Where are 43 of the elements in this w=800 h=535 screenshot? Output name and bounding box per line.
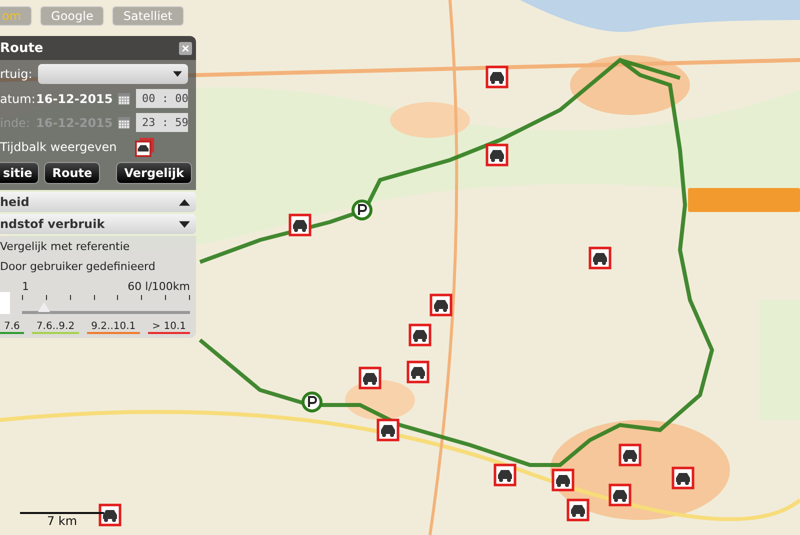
- panel-button[interactable]: sitie: [0, 162, 40, 184]
- parking-marker-icon[interactable]: [352, 200, 372, 220]
- slider-min: 1: [22, 280, 29, 293]
- car-marker-icon[interactable]: [618, 444, 642, 466]
- parking-marker-icon[interactable]: [302, 392, 322, 412]
- panel-button[interactable]: Route: [44, 162, 100, 184]
- car-stack-icon: [134, 137, 155, 157]
- car-marker-icon[interactable]: [376, 418, 400, 442]
- car-marker-icon[interactable]: [408, 324, 432, 346]
- car-marker-icon[interactable]: [430, 294, 452, 316]
- legend-item: 7.6: [0, 321, 24, 334]
- section-header[interactable]: heid: [0, 192, 196, 212]
- option-label[interactable]: Door gebruiker gedefinieerd: [0, 260, 190, 273]
- caret-icon: [173, 71, 182, 77]
- car-marker-icon[interactable]: [672, 466, 694, 490]
- vehicle-label: rtuig:: [0, 67, 32, 81]
- car-marker-icon[interactable]: [494, 464, 516, 486]
- car-marker-icon[interactable]: [358, 366, 382, 390]
- legend-item: 7.6..9.2: [32, 321, 79, 334]
- panel-title: Route: [0, 40, 44, 56]
- legend-item: 9.2..10.1: [87, 321, 140, 334]
- calendar-icon[interactable]: [118, 92, 130, 104]
- car-marker-icon[interactable]: [406, 360, 430, 384]
- scale-label: 7 km: [46, 514, 78, 528]
- option-label[interactable]: Vergelijk met referentie: [0, 240, 190, 253]
- car-marker-icon[interactable]: [288, 214, 312, 236]
- car-marker-icon[interactable]: [608, 484, 632, 506]
- car-marker-icon[interactable]: [566, 498, 590, 522]
- car-marker-icon[interactable]: [552, 468, 574, 492]
- color-swatch[interactable]: [0, 292, 10, 314]
- car-marker-icon[interactable]: [486, 66, 508, 88]
- close-icon[interactable]: [179, 42, 192, 54]
- car-marker-icon[interactable]: [486, 144, 508, 166]
- timebar-label[interactable]: Tijdbalk weergeven: [0, 140, 117, 154]
- section-header[interactable]: ndstof verbruik: [0, 214, 196, 234]
- car-marker-icon[interactable]: [588, 246, 612, 270]
- legend-item: > 10.1: [148, 321, 190, 334]
- time-field[interactable]: 00 : 00: [136, 89, 188, 108]
- date-value[interactable]: 16-12-2015: [36, 92, 112, 106]
- panel-button[interactable]: Vergelijk: [116, 162, 192, 184]
- slider-thumb[interactable]: [38, 302, 50, 312]
- slider-max: 60 l/100km: [128, 280, 190, 293]
- car-marker-icon[interactable]: [98, 504, 122, 526]
